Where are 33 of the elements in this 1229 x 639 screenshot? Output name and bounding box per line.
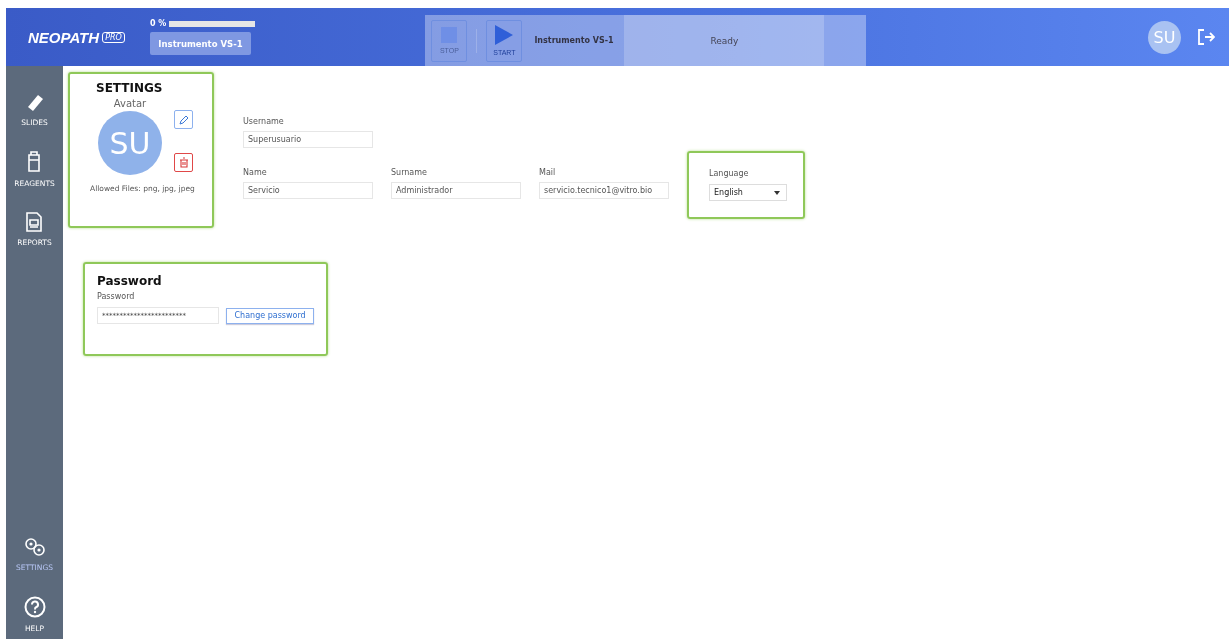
edit-button[interactable]: [174, 110, 193, 129]
username-field[interactable]: Superusuario: [243, 131, 373, 148]
help-icon: [23, 596, 46, 618]
caret-icon: [774, 190, 780, 195]
input-field[interactable]: servicio.tecnico1@vitro.bio: [539, 182, 669, 199]
password-title: Password: [97, 274, 163, 288]
language-select[interactable]: English: [709, 184, 787, 201]
avatar: SU: [98, 111, 162, 175]
change-password-button[interactable]: Change password: [226, 307, 314, 324]
input-field[interactable]: Servicio: [243, 182, 373, 199]
progress-label: 0 %: [150, 19, 167, 28]
field-label: Mail: [539, 168, 557, 177]
instrument-name: Instrumento VS-1: [534, 36, 615, 45]
play-icon: [495, 25, 514, 45]
field-label: Language: [709, 169, 750, 178]
bottle-icon: [27, 151, 42, 173]
logout-icon[interactable]: [1197, 29, 1215, 45]
document-icon: [26, 212, 43, 232]
status-field: Ready: [624, 15, 825, 66]
logo: NEOPATH: [28, 28, 100, 46]
field-label: Password: [97, 292, 136, 301]
instrument-button[interactable]: Instrumento VS-1: [150, 32, 251, 55]
field-label: Name: [243, 168, 268, 177]
trash-icon: [178, 157, 189, 168]
settings-title: SETTINGS: [96, 81, 164, 95]
avatar-label: Avatar: [113, 98, 147, 109]
delete-button[interactable]: [174, 153, 193, 172]
pencil-icon: [178, 114, 189, 125]
field-label: Username: [243, 117, 285, 126]
settings-icon: [23, 537, 46, 557]
input-field[interactable]: Administrador: [391, 182, 521, 199]
field-label: Surname: [391, 168, 428, 177]
logo-badge: PRO: [102, 31, 125, 43]
